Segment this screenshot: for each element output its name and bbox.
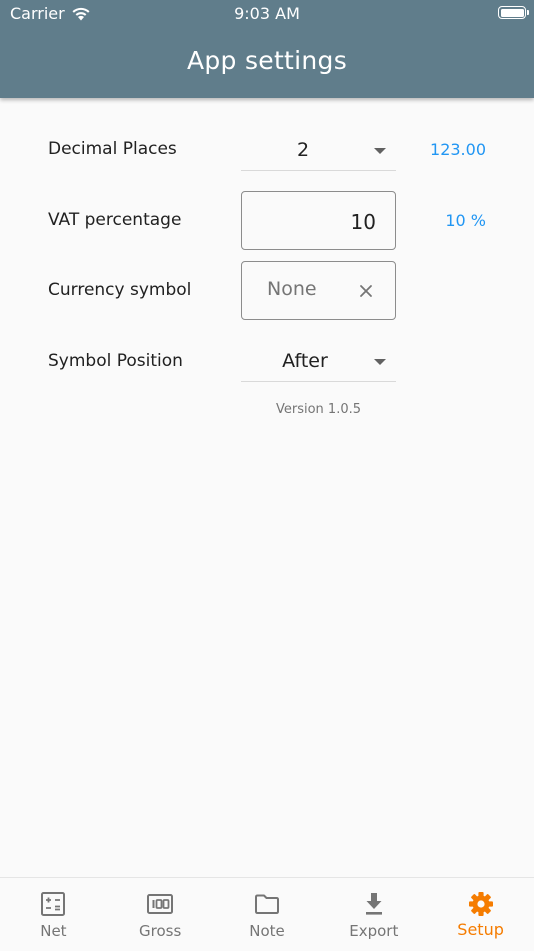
decimal-places-preview: 123.00	[430, 140, 486, 159]
nav-label-gross: Gross	[139, 922, 182, 940]
decimal-places-dropdown[interactable]: 2	[241, 131, 396, 171]
vat-percentage-label: VAT percentage	[48, 210, 182, 230]
status-time: 9:03 AM	[234, 4, 300, 23]
battery-icon	[498, 6, 529, 19]
vat-percentage-value: 10	[350, 210, 376, 234]
nav-label-setup: Setup	[457, 920, 504, 939]
symbol-position-value: After	[282, 350, 328, 372]
nav-item-setup[interactable]: Setup	[427, 878, 534, 951]
nav-label-note: Note	[249, 922, 285, 940]
currency-symbol-label: Currency symbol	[48, 280, 192, 300]
caret-down-icon	[374, 148, 386, 154]
bottom-navigation: Net Gross Note Export Setup	[0, 877, 534, 951]
vat-percentage-field[interactable]: 10	[241, 191, 396, 250]
app-header: Carrier 9:03 AM App settings	[0, 0, 534, 98]
calculator-icon	[41, 892, 66, 916]
caret-down-icon	[374, 359, 386, 365]
vat-percentage-preview: 10 %	[445, 211, 486, 230]
symbol-position-label: Symbol Position	[48, 351, 183, 371]
nav-item-export[interactable]: Export	[320, 878, 427, 951]
nav-item-note[interactable]: Note	[214, 878, 321, 951]
page-title: App settings	[186, 46, 348, 75]
counter-100-icon	[147, 894, 174, 914]
nav-item-gross[interactable]: Gross	[107, 878, 214, 951]
gear-icon	[468, 892, 493, 916]
nav-item-net[interactable]: Net	[0, 878, 107, 951]
nav-label-export: Export	[349, 922, 399, 940]
decimal-places-value: 2	[296, 139, 310, 161]
download-icon	[365, 893, 382, 915]
decimal-places-label: Decimal Places	[48, 139, 177, 159]
symbol-position-dropdown[interactable]: After	[241, 342, 396, 382]
nav-label-net: Net	[40, 922, 67, 940]
version-text: Version 1.0.5	[275, 402, 361, 417]
folder-icon	[254, 894, 279, 914]
currency-symbol-field[interactable]: None	[241, 261, 396, 320]
clear-icon[interactable]	[359, 284, 373, 298]
currency-symbol-placeholder: None	[267, 278, 317, 300]
